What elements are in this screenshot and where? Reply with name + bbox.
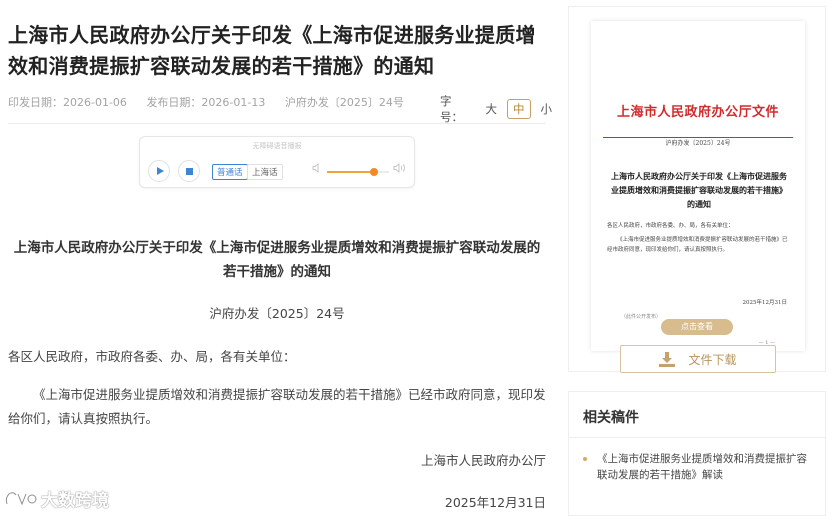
article-meta: 印发日期：2026-01-06 发布日期：2026-01-13 沪府办发〔202… xyxy=(8,94,420,110)
article-panel: 上海市人民政府办公厅关于印发《上海市促进服务业提质增效和消费提振扩容联动发展的若… xyxy=(0,0,552,516)
player-label: 无障碍语音播报 xyxy=(252,142,302,150)
play-button[interactable] xyxy=(148,160,170,182)
document-date: 2025年12月31日 xyxy=(444,495,546,510)
document-issuer: 上海市人民政府办公厅 xyxy=(420,453,546,468)
preview-title: 上海市人民政府办公厅关于印发《上海市促进服务业提质增效和消费提振扩容联动发展的若… xyxy=(611,171,787,209)
related-divider xyxy=(569,437,825,438)
volume-slider-knob[interactable] xyxy=(369,168,378,176)
related-article-label: 《上海市促进服务业提质增效和消费提振扩容联动发展的若干措施》解读 xyxy=(597,453,807,481)
download-file-button[interactable]: 文件下载 xyxy=(620,345,776,373)
preview-doc-number: 沪府办发〔2025〕24号 xyxy=(665,140,731,147)
preview-footnote: （此件公开发布） xyxy=(621,314,662,320)
download-icon xyxy=(659,351,676,367)
document-number: 沪府办发〔2025〕24号 xyxy=(209,306,345,321)
related-articles-panel: 相关稿件 《上海市促进服务业提质增效和消费提振扩容联动发展的若干措施》解读 xyxy=(568,391,826,516)
doc-number: 沪府办发〔2025〕24号 xyxy=(284,96,404,109)
play-icon xyxy=(156,167,164,175)
document-addressee: 各区人民政府，市政府各委、办、局，各有关单位： xyxy=(8,349,296,364)
stop-button[interactable] xyxy=(178,160,200,182)
volume-slider[interactable] xyxy=(327,168,389,176)
font-size-small-button[interactable]: 小 xyxy=(541,101,553,117)
font-size-large-button[interactable]: 大 xyxy=(486,101,498,117)
document-title: 上海市人民政府办公厅关于印发《上海市促进服务业提质增效和消费提振扩容联动发展的若… xyxy=(13,240,541,280)
related-heading: 相关稿件 xyxy=(583,410,639,426)
brand-logo-icon xyxy=(4,490,38,508)
watermark: 大数跨境 xyxy=(4,486,109,511)
volume-high-icon[interactable] xyxy=(393,163,406,176)
download-label: 文件下载 xyxy=(688,352,737,367)
volume-low-icon[interactable] xyxy=(312,163,322,176)
preview-date: 2025年12月31日 xyxy=(742,300,788,306)
related-article-link[interactable]: 《上海市促进服务业提质增效和消费提振扩容联动发展的若干措施》解读 xyxy=(583,451,817,483)
header-divider xyxy=(8,123,546,124)
document-preview-sheet[interactable]: 上海市人民政府办公厅文件 沪府办发〔2025〕24号 上海市人民政府办公厅关于印… xyxy=(591,21,805,351)
document-paragraph: 《上海市促进服务业提质增效和消费提振扩容联动发展的若干措施》已经市政府同意，现印… xyxy=(8,387,546,426)
view-document-button[interactable]: 点击查看 xyxy=(661,319,733,335)
preview-addressee: 各区人民政府，市政府各委、办、局，各有关单位： xyxy=(607,223,734,229)
article-title: 上海市人民政府办公厅关于印发《上海市促进服务业提质增效和消费提振扩容联动发展的若… xyxy=(8,23,536,78)
font-size-label: 字号： xyxy=(440,94,463,124)
volume-slider-fill xyxy=(327,171,374,173)
font-size-control: 字号： 大 中 小 xyxy=(440,93,552,125)
audio-player: 无障碍语音播报 普通话 上海话 xyxy=(139,136,415,188)
preview-paragraph: 《上海市促进服务业提质增效和消费提振扩容联动发展的若干措施》已经市政府同意，现印… xyxy=(607,237,788,253)
preview-header: 上海市人民政府办公厅文件 xyxy=(616,105,779,120)
mandarin-button[interactable]: 普通话 xyxy=(212,164,248,180)
font-size-medium-button[interactable]: 中 xyxy=(507,99,531,119)
bullet-icon xyxy=(583,457,587,461)
sidebar: 上海市人民政府办公厅文件 沪府办发〔2025〕24号 上海市人民政府办公厅关于印… xyxy=(568,0,831,516)
shanghainese-button[interactable]: 上海话 xyxy=(247,164,283,180)
publish-date: 发布日期：2026-01-13 xyxy=(146,96,266,109)
watermark-text: 大数跨境 xyxy=(41,491,109,511)
document-preview-panel: 上海市人民政府办公厅文件 沪府办发〔2025〕24号 上海市人民政府办公厅关于印… xyxy=(568,6,826,373)
stop-icon xyxy=(185,167,193,175)
print-date: 印发日期：2026-01-06 xyxy=(8,96,127,109)
